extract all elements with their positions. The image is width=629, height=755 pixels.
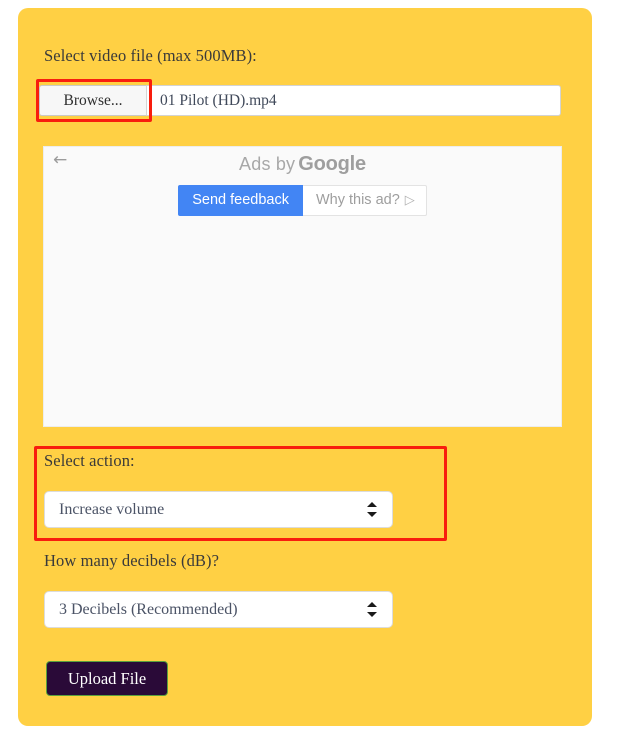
action-select-value: Increase volume — [59, 500, 165, 518]
ads-by-text: Ads by — [239, 154, 296, 174]
selected-file-name[interactable]: 01 Pilot (HD).mp4 — [147, 85, 561, 116]
browse-button[interactable]: Browse... — [39, 85, 147, 116]
send-feedback-button[interactable]: Send feedback — [178, 185, 303, 216]
google-wordmark: Google — [298, 153, 366, 175]
google-ad-frame: ← Ads by Google Send feedback Why this ad… — [43, 146, 562, 427]
upload-file-button[interactable]: Upload File — [46, 661, 168, 696]
ad-action-buttons: Send feedback Why this ad? ▷ — [44, 185, 561, 216]
select-action-label: Select action: — [44, 451, 135, 470]
chevron-updown-icon — [367, 601, 378, 618]
why-this-ad-button[interactable]: Why this ad? ▷ — [302, 185, 427, 216]
chevron-updown-icon — [367, 501, 378, 518]
decibels-select[interactable]: 3 Decibels (Recommended) — [44, 591, 393, 628]
video-file-label: Select video file (max 500MB): — [44, 46, 257, 65]
why-this-ad-label: Why this ad? — [315, 192, 400, 208]
ads-by-google-label: Ads by Google — [44, 153, 561, 176]
file-input-row: Browse... 01 Pilot (HD).mp4 — [39, 85, 561, 116]
decibels-label: How many decibels (dB)? — [44, 551, 220, 570]
play-triangle-icon: ▷ — [404, 192, 415, 208]
page-root: Select video file (max 500MB): Browse...… — [0, 0, 629, 755]
action-select[interactable]: Increase volume — [44, 491, 393, 528]
decibels-select-value: 3 Decibels (Recommended) — [59, 600, 238, 618]
